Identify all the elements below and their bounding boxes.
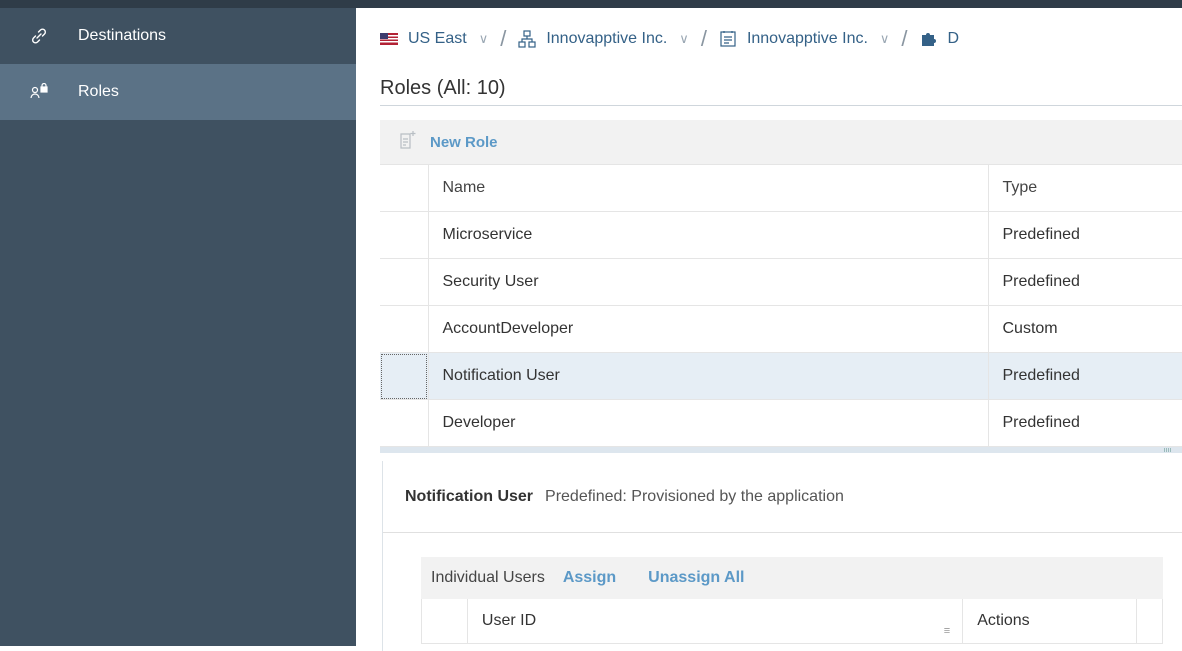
chevron-down-icon: ∨	[679, 31, 689, 46]
column-header-type[interactable]: Type	[988, 164, 1182, 212]
column-header-name[interactable]: Name	[428, 164, 989, 212]
role-details-description: Predefined: Provisioned by the applicati…	[545, 487, 844, 505]
hierarchy-icon	[518, 30, 536, 48]
individual-users-toolbar: Individual Users Assign Unassign All	[421, 557, 1163, 599]
puzzle-icon	[920, 30, 938, 48]
us-flag-icon	[380, 33, 398, 45]
roles-icon	[30, 82, 56, 102]
breadcrumb-subaccount[interactable]: Innovapptive Inc. ∨	[719, 30, 889, 48]
roles-table: Name Type Microservice Predefined Securi…	[380, 164, 1182, 447]
role-type-cell: Predefined	[988, 211, 1182, 259]
row-selector[interactable]	[380, 258, 429, 306]
breadcrumb-global-account[interactable]: Innovapptive Inc. ∨	[518, 30, 689, 48]
table-header-row: Name Type	[380, 164, 1182, 212]
breadcrumb: US East ∨ / Innovapptive Inc. ∨ / Innova…	[356, 8, 1182, 70]
scrollbar-grip[interactable]	[1164, 448, 1172, 452]
role-type-cell: Custom	[988, 305, 1182, 353]
new-role-label: New Role	[430, 133, 498, 151]
sidebar-item-destinations[interactable]: Destinations	[0, 8, 356, 64]
table-row-selected[interactable]: Notification User Predefined	[380, 352, 1182, 400]
role-details-name: Notification User	[405, 487, 534, 505]
users-table-header-row: User ID ≡ Actions	[421, 599, 1163, 644]
row-selector[interactable]	[380, 399, 429, 447]
chevron-down-icon: ∨	[879, 31, 890, 46]
sidebar: Destinations Roles	[0, 8, 356, 646]
role-name-cell: Notification User	[428, 352, 989, 400]
role-name-cell: Developer	[428, 399, 989, 447]
role-type-cell: Predefined	[988, 258, 1182, 306]
row-selector[interactable]	[380, 305, 429, 353]
breadcrumb-region[interactable]: US East ∨	[380, 30, 488, 48]
individual-users-section: Individual Users Assign Unassign All Use…	[421, 557, 1163, 644]
breadcrumb-application[interactable]: D	[920, 30, 960, 48]
breadcrumb-global-account-label: Innovapptive Inc.	[546, 30, 668, 47]
row-selector[interactable]	[380, 211, 429, 259]
chevron-down-icon: ∨	[478, 31, 489, 46]
table-row[interactable]: Microservice Predefined	[380, 211, 1182, 259]
individual-users-label: Individual Users	[431, 569, 545, 586]
role-details-header: Notification User Predefined: Provisione…	[383, 461, 1182, 533]
column-filler	[1136, 599, 1163, 644]
new-role-button[interactable]: New Role	[398, 130, 498, 154]
assign-button[interactable]: Assign	[563, 569, 616, 587]
column-header-user-id[interactable]: User ID ≡	[466, 599, 964, 644]
breadcrumb-separator: /	[700, 26, 707, 51]
unassign-all-button[interactable]: Unassign All	[648, 569, 744, 587]
page-title: Roles (All: 10)	[380, 70, 1182, 106]
document-icon	[719, 30, 737, 48]
sidebar-item-roles[interactable]: Roles	[0, 64, 356, 120]
table-row[interactable]: AccountDeveloper Custom	[380, 305, 1182, 353]
breadcrumb-subaccount-label: Innovapptive Inc.	[746, 30, 868, 47]
sidebar-item-label: Destinations	[78, 27, 167, 44]
role-name-cell: Security User	[428, 258, 989, 306]
role-type-cell: Predefined	[988, 352, 1182, 400]
role-name-cell: AccountDeveloper	[428, 305, 989, 353]
breadcrumb-region-label: US East	[408, 30, 467, 47]
main-content: Roles (All: 10) New Role Name Type Micro…	[380, 70, 1182, 651]
top-border	[0, 0, 1182, 8]
table-row[interactable]: Security User Predefined	[380, 258, 1182, 306]
column-header-actions: Actions	[962, 599, 1138, 644]
breadcrumb-separator: /	[500, 26, 507, 51]
breadcrumb-application-label: D	[947, 30, 960, 47]
sort-icon: ≡	[943, 624, 951, 637]
select-all-cell[interactable]	[421, 599, 468, 644]
table-row[interactable]: Developer Predefined	[380, 399, 1182, 447]
breadcrumb-separator: /	[901, 26, 908, 51]
select-all-cell[interactable]	[380, 164, 429, 212]
link-icon	[30, 26, 56, 46]
user-id-header-label: User ID	[481, 611, 537, 629]
role-details-panel: Notification User Predefined: Provisione…	[382, 461, 1182, 651]
new-document-icon	[398, 130, 418, 154]
users-table: User ID ≡ Actions	[421, 599, 1163, 644]
role-type-cell: Predefined	[988, 399, 1182, 447]
roles-toolbar: New Role	[380, 120, 1182, 164]
sidebar-item-label: Roles	[78, 83, 119, 100]
horizontal-scrollbar[interactable]	[380, 447, 1182, 453]
row-selector[interactable]	[380, 352, 429, 400]
role-name-cell: Microservice	[428, 211, 989, 259]
